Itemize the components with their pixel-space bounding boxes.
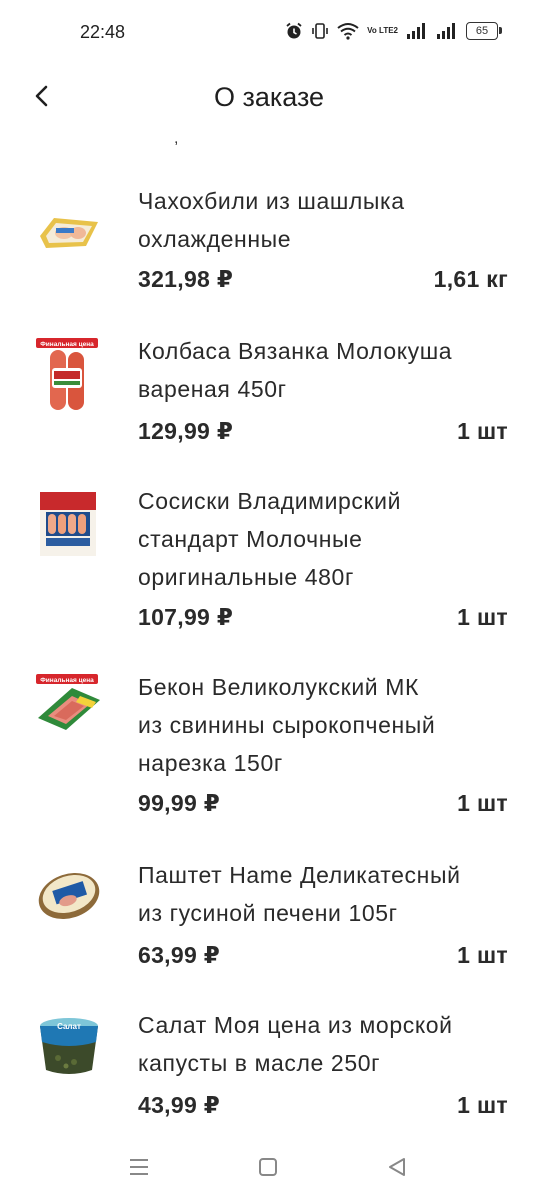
- order-items-list[interactable]: , Чахохбили из шашлыка охлажденные 321,9…: [0, 130, 538, 1140]
- sausage-pack-image: Финальная цена: [36, 338, 102, 410]
- pate-can-image: [36, 862, 102, 934]
- image-badge: Финальная цена: [40, 677, 94, 684]
- scroll-cutoff-mark: ,: [174, 130, 179, 147]
- volte-icon: Vo LTE2: [367, 26, 398, 35]
- back-triangle-icon: [387, 1157, 407, 1182]
- item-quantity: 1 шт: [457, 418, 508, 444]
- item-price: 107,99 ₽: [138, 604, 234, 630]
- image-badge: Финальная цена: [40, 341, 94, 348]
- item-price: 63,99 ₽: [138, 942, 221, 968]
- item-quantity: 1 шт: [457, 1092, 508, 1118]
- bacon-pack-image: Финальная цена: [36, 674, 102, 746]
- wifi-icon: [337, 22, 359, 40]
- item-price: 43,99 ₽: [138, 1092, 221, 1118]
- signal-icon: [436, 23, 458, 39]
- app-header: О заказе: [0, 66, 538, 130]
- frankfurters-pack-image: [36, 488, 102, 560]
- item-name-line: Чахохбили из шашлыка: [138, 188, 405, 214]
- item-name-line: из гусиной печени 105г: [138, 900, 398, 926]
- item-name-line: нарезка 150г: [138, 750, 283, 776]
- item-quantity: 1,61 кг: [433, 266, 508, 292]
- item-name-line: Сосиски Владимирский: [138, 488, 402, 514]
- system-back-button[interactable]: [382, 1154, 412, 1184]
- signal-icon: [406, 23, 428, 39]
- battery-icon: 65: [466, 22, 502, 40]
- item-quantity: 1 шт: [457, 942, 508, 968]
- item-name-line: капусты в масле 250г: [138, 1050, 381, 1076]
- item-name-line: из свинины сырокопченый: [138, 712, 436, 738]
- menu-button[interactable]: [124, 1154, 154, 1184]
- status-bar: 22:48 Vo LTE2 65: [0, 0, 538, 66]
- status-time: 22:48: [80, 22, 126, 42]
- alarm-icon: [285, 22, 303, 40]
- menu-icon: [128, 1158, 150, 1181]
- item-price: 99,99 ₽: [138, 790, 221, 816]
- vibrate-icon: [311, 22, 329, 40]
- image-label: Салат: [57, 1022, 81, 1031]
- item-price: 129,99 ₽: [138, 418, 234, 444]
- item-name-line: Паштет Hame Деликатесный: [138, 862, 461, 888]
- item-price: 321,98 ₽: [138, 266, 234, 292]
- seaweed-salad-image: Салат: [36, 1014, 102, 1086]
- item-name-line: вареная 450г: [138, 376, 287, 402]
- chicken-tray-image: [36, 206, 102, 278]
- page-title: О заказе: [213, 82, 325, 112]
- item-name-line: оригинальные 480г: [138, 564, 354, 590]
- home-button[interactable]: [253, 1154, 283, 1184]
- status-icons: Vo LTE2 65: [285, 22, 502, 40]
- item-name-line: Бекон Великолукский МК: [138, 674, 419, 700]
- system-nav-bar: [0, 1140, 538, 1200]
- item-name-line: Салат Моя цена из морской: [138, 1012, 453, 1038]
- item-quantity: 1 шт: [457, 790, 508, 816]
- item-name-line: стандарт Молочные: [138, 526, 363, 552]
- item-name-line: охлажденные: [138, 226, 292, 252]
- home-square-icon: [258, 1157, 278, 1182]
- item-name-line: Колбаса Вязанка Молокуша: [138, 338, 453, 364]
- item-quantity: 1 шт: [457, 604, 508, 630]
